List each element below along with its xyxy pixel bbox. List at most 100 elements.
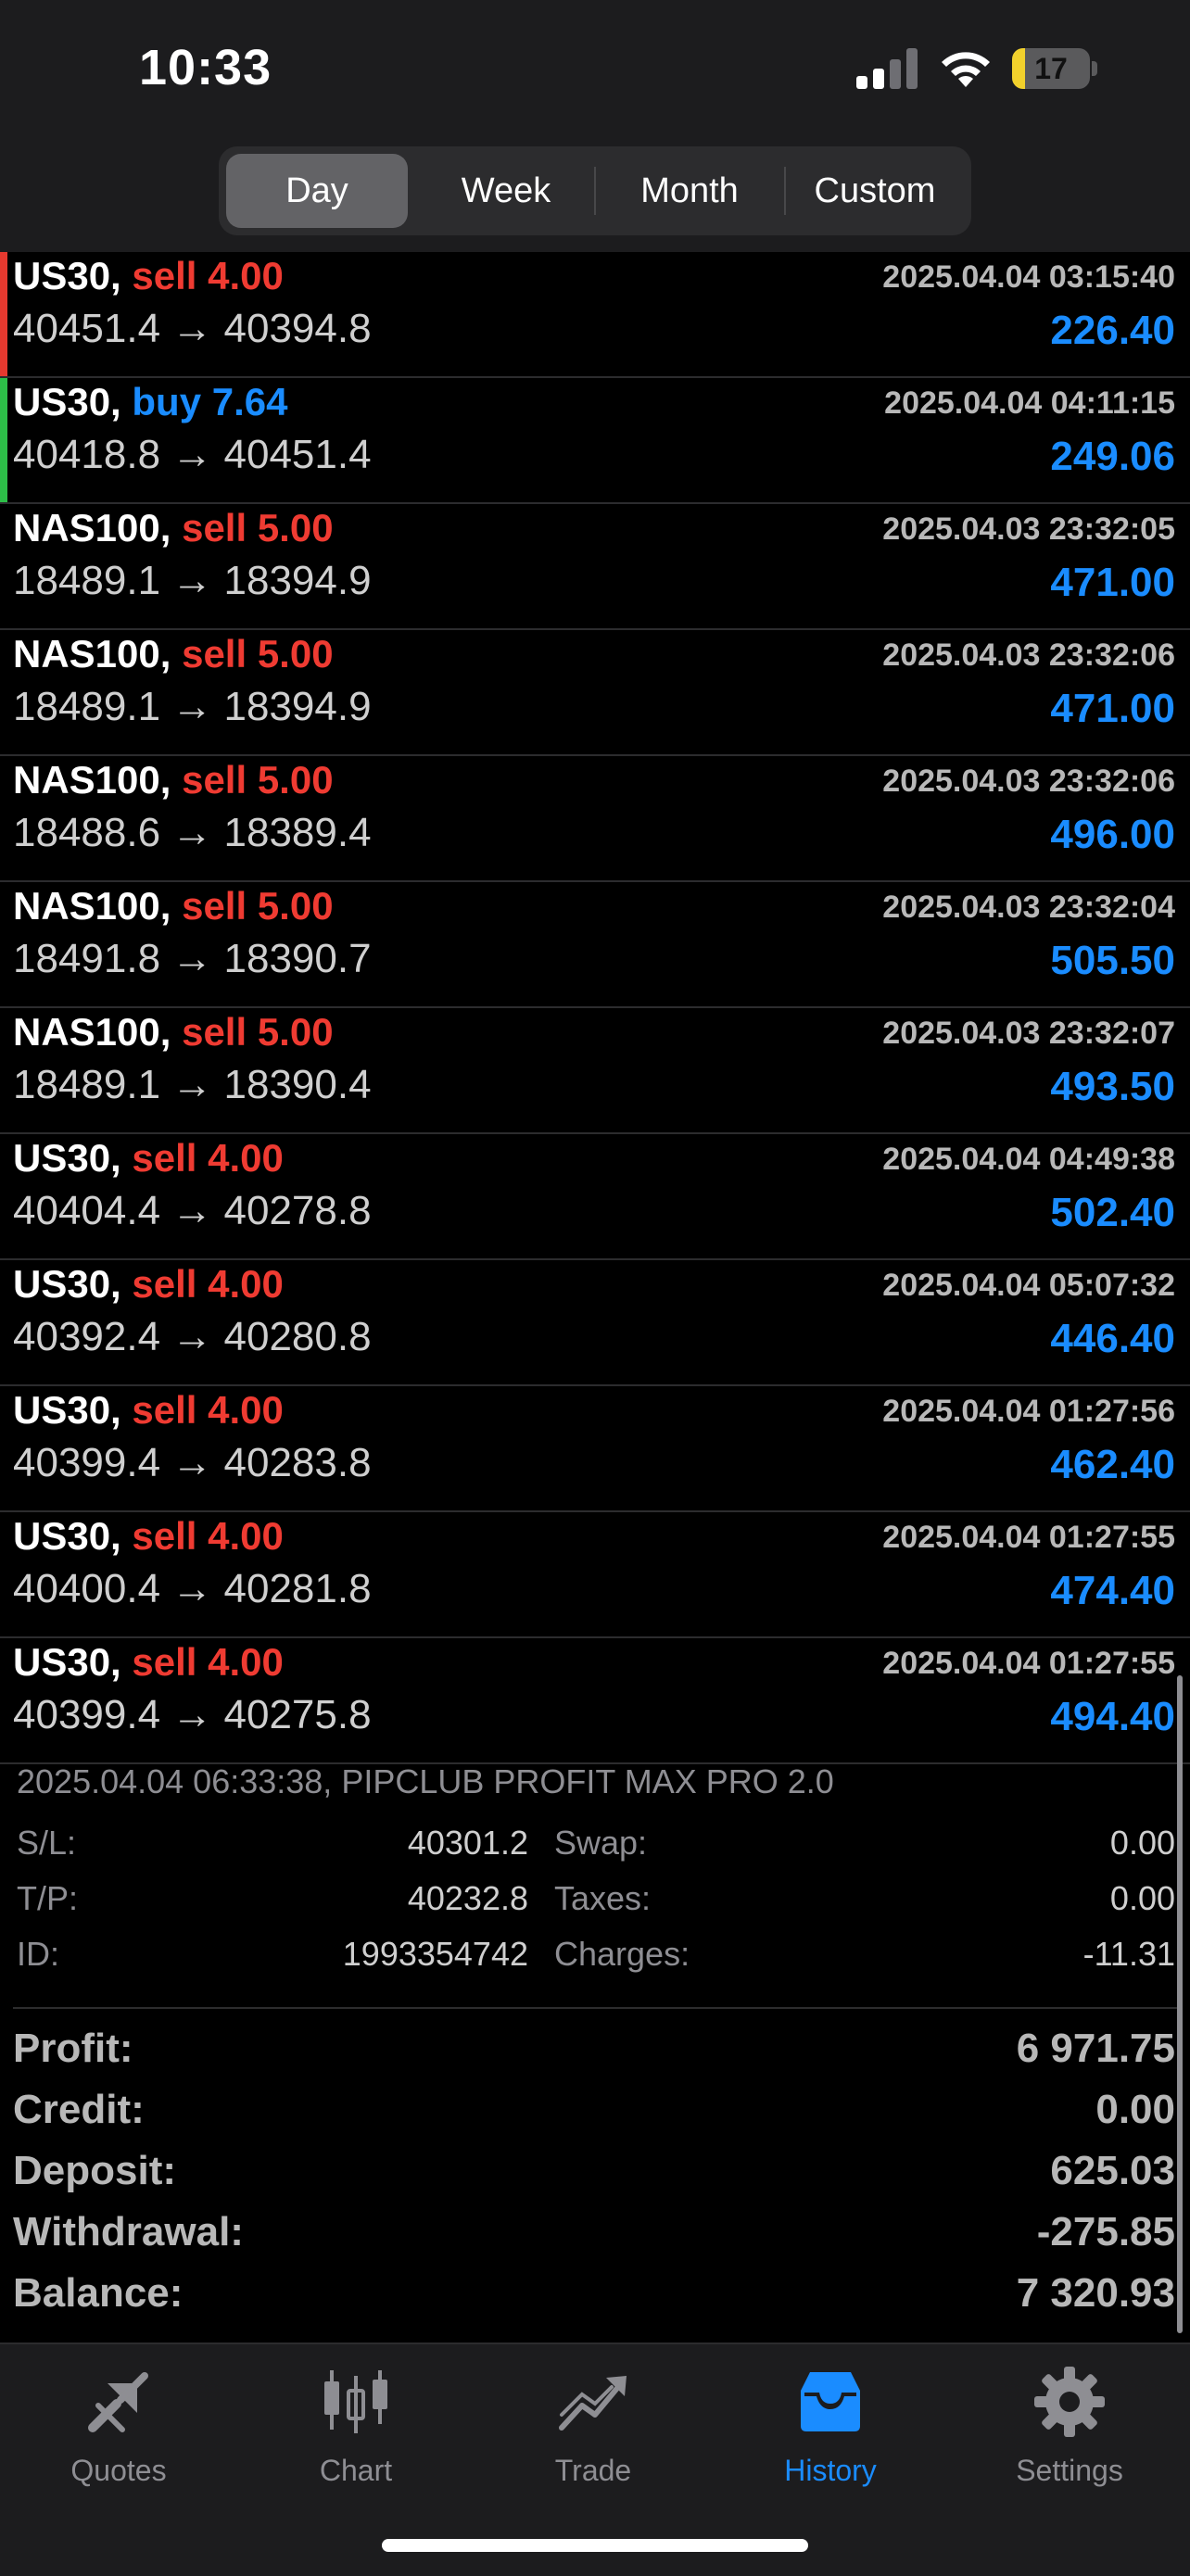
trade-row[interactable]: NAS100, sell 5.00 2025.04.03 23:32:06 18… [0,630,1190,756]
segment-custom[interactable]: Custom [786,154,964,228]
trade-symbol: US30, [13,254,121,297]
trade-row[interactable]: US30, buy 7.64 2025.04.04 04:11:15 40418… [0,378,1190,504]
trade-prices: 40418.8 → 40451.4 [13,432,372,477]
trade-prices: 40399.4 → 40275.8 [13,1692,372,1737]
trade-direction-volume: sell 4.00 [132,1514,284,1558]
trade-symbol: US30, [13,1136,121,1180]
trade-prices: 40392.4 → 40280.8 [13,1314,372,1359]
summary-label: Profit: [13,2026,133,2071]
trade-time: 2025.04.04 03:15:40 [882,259,1175,295]
trade-direction-volume: sell 4.00 [132,1640,284,1684]
summary-label: Deposit: [13,2148,176,2193]
summary-row-withdrawal: Withdrawal: -275.85 [0,2209,1190,2270]
quotes-icon [88,2372,148,2432]
tab-label: History [784,2454,877,2487]
trade-time: 2025.04.04 01:27:55 [882,1646,1175,1681]
trade-prices: 18491.8 → 18390.7 [13,936,372,981]
battery-icon: 17 [1012,48,1099,91]
tab-trade[interactable]: Trade [500,2363,686,2502]
tab-label: Quotes [70,2454,167,2487]
trade-time: 2025.04.03 23:32:04 [882,890,1175,925]
trade-prices: 18489.1 → 18394.9 [13,558,372,603]
trade-profit: 502.40 [1050,1190,1175,1235]
trade-prices: 40451.4 → 40394.8 [13,306,372,351]
wifi-icon [942,52,990,87]
details-divider [13,2007,1177,2009]
trade-row[interactable]: NAS100, sell 5.00 2025.04.03 23:32:05 18… [0,504,1190,630]
segment-month[interactable]: Month [599,154,780,228]
tab-history[interactable]: History [738,2363,923,2502]
summary-value: 625.03 [1050,2148,1175,2193]
trade-row[interactable]: NAS100, sell 5.00 2025.04.03 23:32:07 18… [0,1008,1190,1134]
tab-settings[interactable]: Settings [977,2363,1162,2502]
summary-label: Withdrawal: [13,2209,244,2254]
period-segmented-control: Day Week Month Custom [219,146,971,235]
swap-value: 0.00 [1109,1824,1175,1862]
home-indicator [382,2539,808,2552]
trade-profit: 496.00 [1050,812,1175,857]
trade-profit: 474.40 [1050,1568,1175,1613]
trade-history-list: US30, sell 4.00 2025.04.04 03:15:40 4045… [0,252,1190,1764]
trade-symbol: US30, [13,1640,121,1684]
trade-symbol: US30, [13,1262,121,1306]
trade-symbol: US30, [13,1514,121,1558]
scrollbar[interactable] [1177,1675,1183,2333]
details-comment: 2025.04.04 06:33:38, PIPCLUB PROFIT MAX … [17,1762,834,1800]
trade-row[interactable]: NAS100, sell 5.00 2025.04.03 23:32:04 18… [0,882,1190,1008]
sl-value: 40301.2 [407,1824,528,1862]
trade-direction-volume: sell 5.00 [182,758,334,802]
trade-profit: 494.40 [1050,1694,1175,1739]
swap-label: Swap: [554,1824,648,1862]
trade-symbol: NAS100, [13,506,171,549]
status-bar: 10:33 17 [0,0,1190,139]
sl-label: S/L: [17,1824,77,1862]
tab-label: Settings [1016,2454,1123,2487]
summary-value: 6 971.75 [1016,2026,1175,2071]
trade-profit: 471.00 [1050,686,1175,731]
cellular-signal-icon [856,48,918,89]
trade-direction-marker [0,378,7,502]
trade-row[interactable]: US30, sell 4.00 2025.04.04 05:07:32 4039… [0,1260,1190,1386]
trade-direction-marker [0,252,7,376]
trade-prices: 18489.1 → 18390.4 [13,1062,372,1107]
charges-value: -11.31 [1082,1935,1175,1973]
tab-label: Chart [319,2454,393,2487]
summary-value: 7 320.93 [1016,2270,1175,2316]
trade-time: 2025.04.04 04:49:38 [882,1142,1175,1177]
battery-percent: 17 [1034,52,1068,85]
trade-symbol: US30, [13,380,121,423]
trade-prices: 18488.6 → 18389.4 [13,810,372,855]
tp-label: T/P: [17,1879,79,1917]
trade-direction-volume: sell 4.00 [132,1388,284,1432]
trade-time: 2025.04.03 23:32:07 [882,1016,1175,1051]
trade-row[interactable]: US30, sell 4.00 2025.04.04 01:27:55 4039… [0,1638,1190,1764]
trade-prices: 40404.4 → 40278.8 [13,1188,372,1233]
trade-row[interactable]: US30, sell 4.00 2025.04.04 03:15:40 4045… [0,252,1190,378]
trade-profit: 471.00 [1050,560,1175,605]
segment-day[interactable]: Day [226,154,408,228]
trade-direction-volume: sell 5.00 [182,884,334,928]
trade-row[interactable]: US30, sell 4.00 2025.04.04 04:49:38 4040… [0,1134,1190,1260]
summary-label: Balance: [13,2270,184,2316]
trade-direction-volume: buy 7.64 [132,380,288,423]
tab-chart[interactable]: Chart [263,2363,449,2502]
trade-profit: 505.50 [1050,938,1175,983]
trade-row[interactable]: NAS100, sell 5.00 2025.04.03 23:32:06 18… [0,756,1190,882]
trade-profit: 462.40 [1050,1442,1175,1487]
trade-time: 2025.04.03 23:32:06 [882,638,1175,673]
trade-prices: 40400.4 → 40281.8 [13,1566,372,1611]
segment-week[interactable]: Week [415,154,597,228]
trade-row[interactable]: US30, sell 4.00 2025.04.04 01:27:56 4039… [0,1386,1190,1512]
trade-direction-volume: sell 5.00 [182,506,334,549]
summary-value: 0.00 [1095,2087,1175,2132]
trade-direction-volume: sell 5.00 [182,632,334,676]
taxes-value: 0.00 [1109,1879,1175,1917]
gear-icon [1034,2367,1105,2437]
trade-row[interactable]: US30, sell 4.00 2025.04.04 01:27:55 4040… [0,1512,1190,1638]
summary-value: -275.85 [1036,2209,1175,2254]
summary-row-credit: Credit: 0.00 [0,2087,1190,2148]
tab-quotes[interactable]: Quotes [26,2363,211,2502]
taxes-label: Taxes: [554,1879,652,1917]
trade-symbol: NAS100, [13,884,171,928]
trade-direction-volume: sell 4.00 [132,254,284,297]
